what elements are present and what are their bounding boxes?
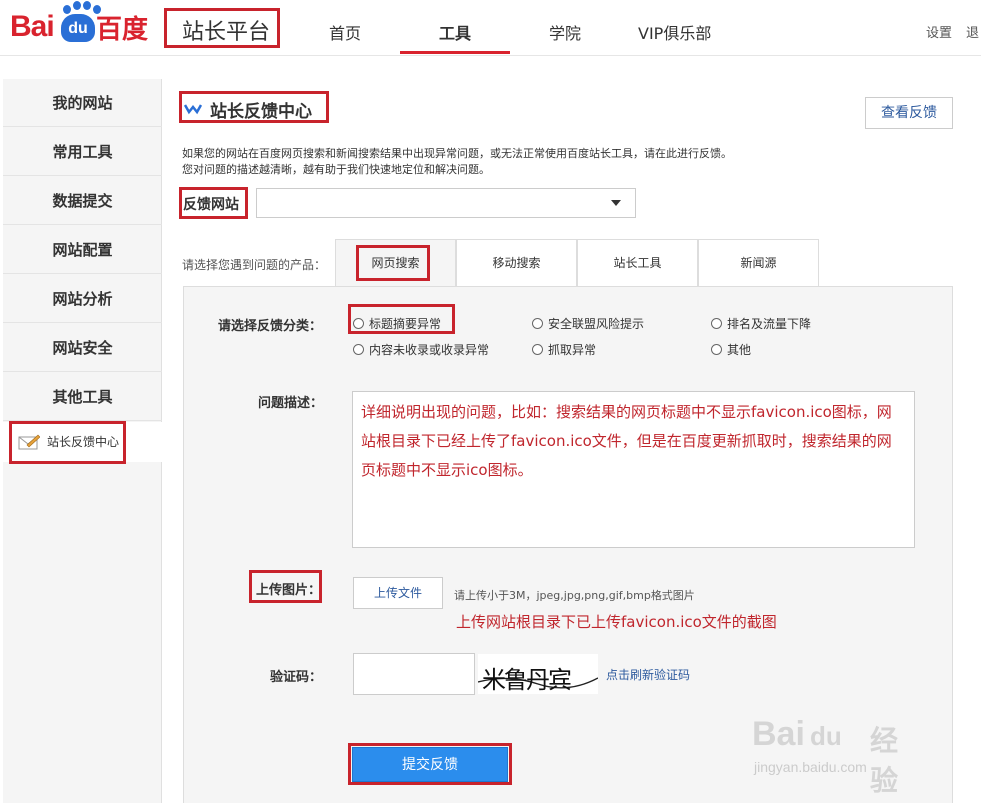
submit-feedback-button[interactable]: 提交反馈: [352, 747, 508, 782]
settings-link[interactable]: 设置: [926, 22, 952, 41]
tab-webmaster-tools[interactable]: 站长工具: [577, 239, 698, 287]
refresh-captcha-link[interactable]: 点击刷新验证码: [606, 666, 690, 683]
radio-circle-icon: [353, 344, 364, 355]
radio-label: 标题摘要异常: [369, 317, 442, 331]
product-label: 请选择您遇到问题的产品：: [182, 258, 327, 272]
radio-circle-icon: [532, 318, 543, 329]
logo-chinese-text: 百度: [96, 15, 149, 45]
captcha-input[interactable]: [353, 653, 475, 695]
description-label: 问题描述：: [258, 396, 324, 411]
page-title: 站长反馈中心: [210, 102, 312, 122]
checkmark-icon: [184, 104, 202, 115]
caret-down-icon: [611, 200, 621, 206]
radio-label: 排名及流量下降: [727, 317, 812, 331]
sidebar-item-site-config[interactable]: 网站配置: [3, 226, 162, 274]
captcha-image[interactable]: 米鲁丹宾: [478, 654, 598, 694]
logout-link[interactable]: 退: [966, 22, 979, 41]
sidebar-item-site-security[interactable]: 网站安全: [3, 324, 162, 372]
radio-label: 安全联盟风险提示: [548, 317, 645, 331]
sidebar-item-common-tools[interactable]: 常用工具: [3, 128, 162, 176]
radio-circle-icon: [711, 344, 722, 355]
description-line-1: 如果您的网站在百度网页搜索和新闻搜索结果中出现异常问题，或无法正常使用百度站长工…: [182, 147, 732, 160]
category-radio-indexing[interactable]: 内容未收录或收录异常: [353, 341, 489, 358]
logo-bai-text: Bai: [10, 10, 55, 43]
top-bar: Bai du 百度 站长平台 首页 工具 学院 VIP俱乐部 设置 退: [0, 0, 981, 56]
upload-note: 上传网站根目录下已上传favicon.ico文件的截图: [456, 613, 777, 631]
sidebar-item-site-analysis[interactable]: 网站分析: [3, 275, 162, 323]
description-textarea[interactable]: 详细说明出现的问题，比如：搜索结果的网页标题中不显示favicon.ico图标，…: [352, 391, 915, 548]
logo-du-text: du: [61, 14, 95, 42]
watermark-brand: Bai: [752, 715, 805, 753]
radio-label: 其他: [727, 343, 752, 357]
sidebar: 我的网站 常用工具 数据提交 网站配置 网站分析 网站安全 其他工具 站长反馈中…: [3, 79, 162, 803]
paw-icon: [83, 1, 91, 10]
nav-tools[interactable]: 工具: [439, 20, 471, 44]
tab-mobile-search[interactable]: 移动搜索: [456, 239, 577, 287]
nav-home[interactable]: 首页: [329, 20, 361, 44]
upload-label: 上传图片：: [256, 583, 322, 598]
category-radio-other[interactable]: 其他: [711, 341, 751, 358]
sidebar-item-feedback-center[interactable]: 站长反馈中心: [3, 422, 162, 462]
category-radio-crawl[interactable]: 抓取异常: [532, 341, 596, 358]
view-feedback-button[interactable]: 查看反馈: [865, 97, 953, 129]
nav-vip-club[interactable]: VIP俱乐部: [638, 20, 711, 44]
description-line-2: 您对问题的描述越清晰，越有助于我们快速地定位和解决问题。: [182, 163, 490, 176]
sidebar-item-my-sites[interactable]: 我的网站: [3, 79, 162, 127]
active-nav-indicator: [400, 51, 510, 54]
radio-circle-icon: [711, 318, 722, 329]
radio-label: 内容未收录或收录异常: [369, 343, 490, 357]
captcha-text: 米鲁丹宾: [482, 666, 572, 694]
category-radio-title-abstract[interactable]: 标题摘要异常: [353, 315, 441, 332]
upload-hint: 请上传小于3M，jpeg,jpg,png,gif,bmp格式图片: [454, 589, 695, 602]
sidebar-item-other-tools[interactable]: 其他工具: [3, 373, 162, 421]
watermark-url: jingyan.baidu.com: [754, 759, 867, 775]
tab-web-search[interactable]: 网页搜索: [335, 239, 456, 287]
upload-file-button[interactable]: 上传文件: [353, 577, 443, 609]
category-radio-ranking-drop[interactable]: 排名及流量下降: [711, 315, 811, 332]
paw-icon: [73, 1, 81, 10]
paw-icon: [63, 5, 71, 14]
site-title[interactable]: 站长平台: [182, 14, 270, 46]
sidebar-item-data-submit[interactable]: 数据提交: [3, 177, 162, 225]
watermark-brand-du: du: [810, 721, 842, 751]
radio-circle-icon: [353, 318, 364, 329]
watermark-brand-cn: 经验: [870, 724, 899, 797]
category-label: 请选择反馈分类：: [218, 319, 323, 334]
radio-circle-icon: [532, 344, 543, 355]
captcha-label: 验证码：: [270, 670, 323, 685]
feedback-site-label: 反馈网站: [183, 197, 239, 213]
sidebar-item-label: 站长反馈中心: [47, 435, 120, 449]
nav-academy[interactable]: 学院: [549, 20, 581, 44]
feedback-site-select[interactable]: [256, 188, 636, 218]
category-radio-security-alert[interactable]: 安全联盟风险提示: [532, 315, 644, 332]
pencil-envelope-icon: [18, 434, 40, 450]
tab-news-source[interactable]: 新闻源: [698, 239, 819, 287]
radio-label: 抓取异常: [548, 343, 597, 357]
